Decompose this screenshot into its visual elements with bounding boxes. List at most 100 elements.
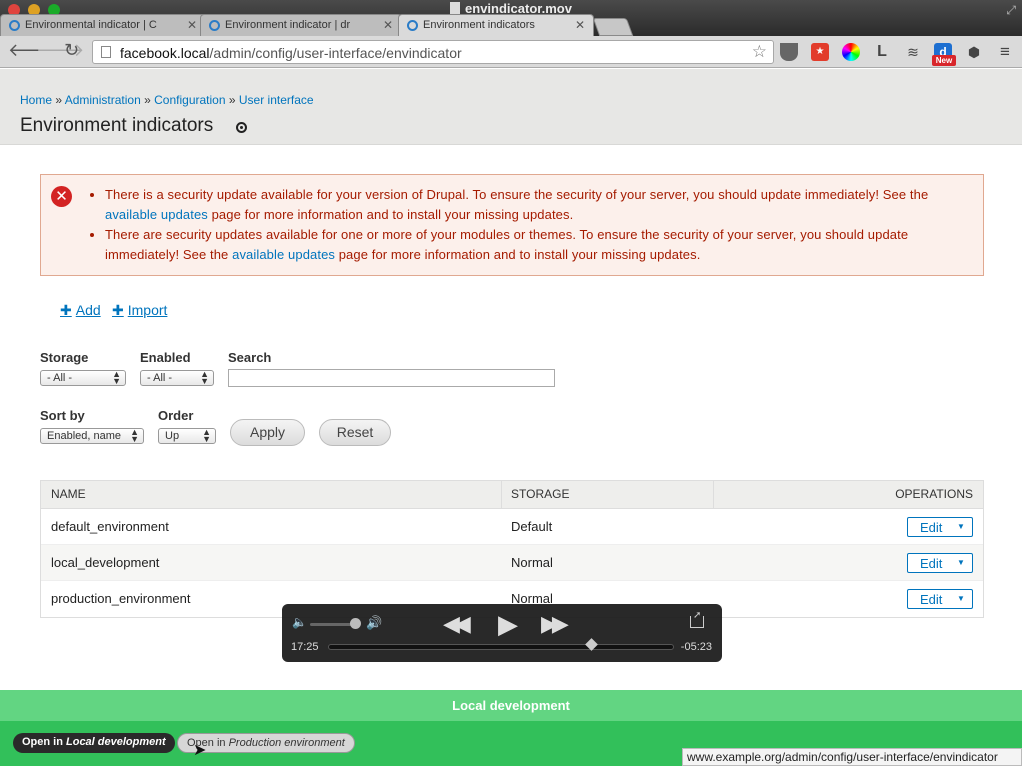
pocket-extension-icon[interactable]	[780, 43, 798, 61]
close-tab-icon[interactable]: ✕	[383, 18, 393, 32]
color-picker-extension-icon[interactable]	[842, 43, 860, 61]
layers-extension-icon[interactable]: ≋	[904, 43, 922, 61]
breadcrumb-separator: »	[144, 93, 151, 107]
edit-button[interactable]: Edit	[920, 520, 942, 535]
select-arrows-icon: ▲ ▼	[202, 427, 211, 444]
elapsed-time: 17:25	[291, 641, 319, 653]
tab-label: Environmental indicator | C	[25, 19, 157, 31]
volume-low-icon[interactable]: 🔈	[292, 615, 307, 629]
search-input[interactable]	[228, 369, 555, 387]
environment-name: local_development	[51, 555, 160, 570]
table-header: NAME STORAGE OPERATIONS	[41, 481, 983, 509]
share-icon[interactable]	[690, 610, 704, 628]
new-tab-button[interactable]	[592, 18, 634, 36]
admin-header: Home » Administration » Configuration » …	[0, 69, 1022, 145]
menu-icon[interactable]: ≡	[996, 43, 1014, 61]
sort-by-label: Sort by	[40, 408, 85, 423]
environment-storage: Normal	[511, 555, 553, 570]
environments-table: NAME STORAGE OPERATIONS default_environm…	[40, 480, 984, 618]
table-row: default_environment Default Edit ▼	[41, 509, 983, 545]
breadcrumb-configuration[interactable]: Configuration	[154, 93, 225, 107]
table-row: local_development Normal Edit ▼	[41, 545, 983, 581]
close-tab-icon[interactable]: ✕	[187, 18, 197, 32]
drupal-favicon-icon	[209, 20, 220, 31]
operations-dropbutton: Edit ▼	[907, 553, 973, 573]
breadcrumb-separator: »	[55, 93, 63, 107]
breadcrumb-separator: »	[228, 93, 236, 107]
plus-icon: ✚	[60, 302, 72, 318]
bookmark-star-icon[interactable]: ☆	[752, 42, 767, 62]
page-icon	[101, 46, 111, 58]
scrubber-track[interactable]	[328, 644, 674, 650]
breadcrumb-home[interactable]: Home	[20, 93, 52, 107]
column-divider	[501, 481, 502, 509]
tab-label: Environment indicators	[423, 19, 535, 31]
error-messages: ✕ There is a security update available f…	[40, 174, 984, 276]
available-updates-link[interactable]: available updates	[105, 207, 208, 222]
status-bar-url: www.example.org/admin/config/user-interf…	[682, 748, 1022, 766]
browser-toolbar: 🡐 🡒 ↻ facebook.local/admin/config/user-i…	[0, 36, 1022, 68]
drupal-favicon-icon	[407, 20, 418, 31]
breadcrumb-administration[interactable]: Administration	[65, 93, 141, 107]
remaining-time: -05:23	[680, 641, 712, 653]
order-select[interactable]: Up ▲ ▼	[158, 428, 216, 444]
reload-icon[interactable]: ↻	[64, 40, 79, 61]
name-column-header[interactable]: NAME	[51, 487, 86, 501]
tab-strip: Environmental indicator | C ✕ Environmen…	[0, 14, 640, 36]
message-list: There is a security update available for…	[105, 185, 977, 265]
address-bar[interactable]: facebook.local/admin/config/user-interfa…	[92, 40, 774, 64]
url-text[interactable]: facebook.local/admin/config/user-interfa…	[120, 45, 462, 61]
enabled-label: Enabled	[140, 350, 191, 365]
storage-select[interactable]: - All - ▲ ▼	[40, 370, 126, 386]
search-label: Search	[228, 350, 272, 365]
drupal-extension-icon[interactable]: d New	[932, 43, 956, 66]
video-controls: 🔈 🔊 ◀◀ ▶ ▶▶ 17:25 -05:23	[282, 604, 722, 662]
window-titlebar: envindicator.mov ⤢ Environmental indicat…	[0, 0, 1022, 36]
document-icon	[450, 2, 461, 14]
add-link[interactable]: ✚ Add	[60, 302, 101, 319]
hexagon-extension-icon[interactable]: ⬢	[965, 43, 983, 61]
enabled-select[interactable]: - All - ▲ ▼	[140, 370, 214, 386]
browser-tab[interactable]: Environmental indicator | C ✕	[0, 14, 206, 36]
breadcrumb: Home » Administration » Configuration » …	[20, 93, 314, 107]
apply-button[interactable]: Apply	[230, 419, 305, 446]
storage-label: Storage	[40, 350, 89, 365]
column-divider	[713, 481, 714, 509]
l-extension-icon[interactable]: L	[873, 43, 891, 61]
environment-name-banner[interactable]: Local development	[0, 690, 1022, 721]
rewind-icon[interactable]: ◀◀	[443, 611, 471, 637]
volume-slider-knob[interactable]	[350, 618, 361, 629]
sort-by-select[interactable]: Enabled, name ▲ ▼	[40, 428, 144, 444]
edit-button[interactable]: Edit	[920, 556, 942, 571]
message-item: There are security updates available for…	[105, 225, 977, 265]
reset-button[interactable]: Reset	[319, 419, 391, 446]
import-link[interactable]: ✚ Import	[112, 302, 167, 319]
drupal-favicon-icon	[9, 20, 20, 31]
dropdown-caret-icon[interactable]: ▼	[950, 590, 972, 608]
storage-column-header[interactable]: STORAGE	[511, 487, 569, 501]
edit-button[interactable]: Edit	[920, 592, 942, 607]
message-item: There is a security update available for…	[105, 185, 977, 225]
environment-name: default_environment	[51, 519, 169, 534]
open-in-local-button[interactable]: Open in Local development	[13, 733, 175, 753]
available-updates-link[interactable]: available updates	[232, 247, 335, 262]
browser-tab[interactable]: Environment indicator | dr ✕	[200, 14, 402, 36]
operations-dropbutton: Edit ▼	[907, 517, 973, 537]
operations-column-header: OPERATIONS	[895, 487, 973, 501]
dropdown-caret-icon[interactable]: ▼	[950, 554, 972, 572]
new-badge: New	[932, 55, 956, 66]
fast-forward-icon[interactable]: ▶▶	[541, 611, 569, 637]
environment-storage: Default	[511, 519, 553, 534]
close-tab-icon[interactable]: ✕	[575, 18, 585, 32]
volume-high-icon[interactable]: 🔊	[366, 615, 382, 631]
select-arrows-icon: ▲ ▼	[112, 369, 121, 386]
operations-dropbutton: Edit ▼	[907, 589, 973, 609]
browser-tab-active[interactable]: Environment indicators ✕	[398, 14, 594, 36]
fullscreen-icon[interactable]: ⤢	[1006, 3, 1016, 18]
breadcrumb-user-interface[interactable]: User interface	[239, 93, 314, 107]
dropdown-caret-icon[interactable]: ▼	[950, 518, 972, 536]
volume-slider[interactable]	[310, 623, 354, 626]
play-icon[interactable]: ▶	[498, 609, 518, 640]
add-shortcut-icon[interactable]	[236, 122, 247, 133]
bookmark-extension-icon[interactable]: ★	[811, 43, 829, 61]
